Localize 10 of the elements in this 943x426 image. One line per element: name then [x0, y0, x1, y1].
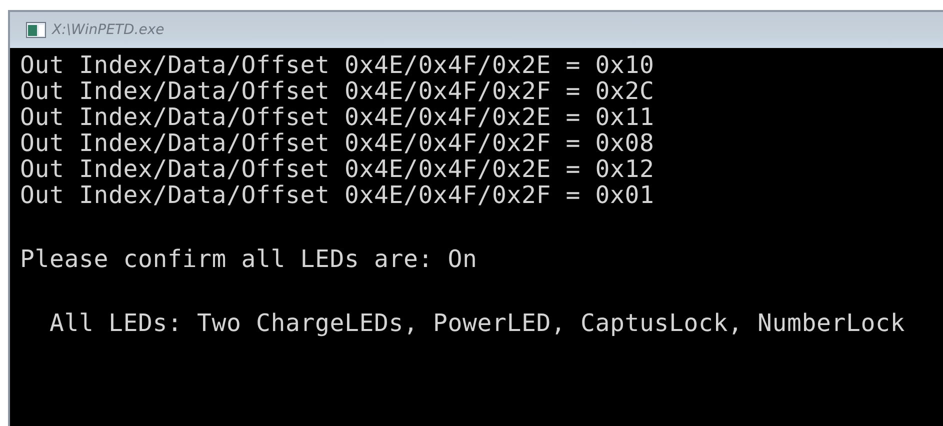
- console-line: Out Index/Data/Offset 0x4E/0x4F/0x2F = 0x2C: [20, 78, 654, 104]
- console-line: Please confirm all LEDs are: On: [20, 246, 478, 272]
- window-title: X:\WinPETD.exe: [52, 22, 164, 38]
- console-line: Out Index/Data/Offset 0x4E/0x4F/0x2E = 0x12: [20, 156, 654, 182]
- console-line: Out Index/Data/Offset 0x4E/0x4F/0x2E = 0x10: [20, 52, 654, 78]
- console-line: All LEDs: Two ChargeLEDs, PowerLED, CaptusLock, NumberLock: [48, 310, 905, 336]
- console-line: Out Index/Data/Offset 0x4E/0x4F/0x2F = 0x08: [20, 130, 654, 156]
- console-line: Out Index/Data/Offset 0x4E/0x4F/0x2E = 0x11: [20, 104, 654, 130]
- console-app-icon: [26, 22, 46, 38]
- console-line: Out Index/Data/Offset 0x4E/0x4F/0x2F = 0x01: [20, 182, 654, 208]
